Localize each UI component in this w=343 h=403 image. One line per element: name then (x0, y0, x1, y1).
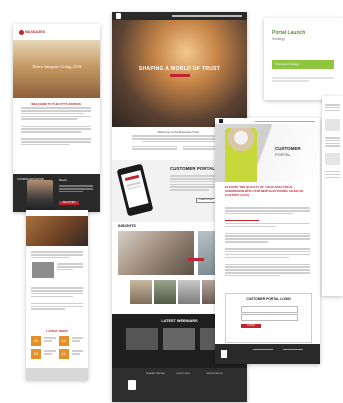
doc-title: Portal Launch (272, 30, 306, 36)
insight-card-b[interactable] (154, 280, 176, 304)
logo-mark-icon (19, 30, 24, 35)
portal-button[interactable]: LEARN MORE (196, 198, 216, 203)
webinar-video[interactable] (163, 328, 195, 350)
portal-footer (215, 344, 320, 364)
welcome-heading: WELCOME TO THE FITTS EDITION (31, 102, 81, 106)
portal-hero: CUSTOMER PORTAL (215, 124, 320, 182)
doc-bar-text: Portal Launch Strategy (275, 62, 300, 66)
doc-green-bar: Portal Launch Strategy (272, 60, 334, 69)
welcome-text: Welcome to the Business Trust... (157, 130, 202, 134)
email-preview-event: MASSAGES Eeuro Imagine Going 2019 WELCOM… (13, 24, 100, 212)
portal-title: CUSTOMER PORTAL (170, 166, 216, 171)
insight-card-a[interactable] (130, 280, 152, 304)
doc-subtitle: Strategy (272, 37, 286, 41)
speaker-name: David (59, 178, 67, 182)
logo-text: MASSAGES (25, 30, 46, 34)
hero-image: Eeuro Imagine Going 2019 (13, 40, 100, 98)
portal-label-sub: PORTAL (275, 152, 291, 157)
username-field[interactable] (241, 306, 298, 313)
portal-page: CUSTOMER PORTAL ELEVATE THE QUALITY OF Y… (215, 118, 320, 364)
register-button[interactable]: REGISTER (59, 201, 79, 205)
login-box: CUSTOMER PORTAL LOGIN LOGIN (225, 293, 312, 343)
strategy-document: Portal Launch Strategy Portal Launch Str… (264, 18, 343, 100)
footer-col: CERTIFICATION (206, 373, 223, 375)
hero-button[interactable] (170, 74, 190, 77)
news-thumb (32, 262, 54, 278)
email-footer (26, 368, 88, 380)
date-badge: 24 (58, 349, 69, 359)
footer-logo-icon (221, 350, 227, 358)
brand-logo: MASSAGES (19, 29, 46, 37)
top-nav (112, 12, 247, 20)
footer-col: BUREAU VERITAS (146, 373, 165, 375)
date-badge: 24 (31, 336, 41, 346)
phone-mockup (116, 163, 154, 217)
insight-image-main (118, 231, 194, 275)
speaker-photo (27, 180, 53, 212)
portal-label: CUSTOMER (275, 146, 301, 151)
insights-heading: INSIGHTS (118, 224, 136, 228)
login-title: CUSTOMER PORTAL LOGIN (246, 297, 291, 301)
news-header: LATEST NEWS (46, 329, 68, 333)
login-button[interactable]: LOGIN (241, 324, 261, 328)
site-footer: BUREAU VERITAS QUICK LINKS CERTIFICATION (112, 368, 247, 402)
email-preview-news: LATEST NEWS 24 24 24 24 (26, 210, 88, 380)
speaker-section: CLOSING EDUCATOR David REGISTER (13, 174, 100, 212)
password-field[interactable] (241, 314, 298, 321)
webinar-video[interactable] (126, 328, 158, 350)
worker-photo (225, 128, 257, 182)
doc-thumbnail (322, 96, 343, 296)
insight-card-c[interactable] (178, 280, 200, 304)
portal-logo-icon (219, 119, 223, 123)
logo-icon (116, 13, 121, 19)
footer-logo-icon (128, 380, 136, 390)
footer-col: QUICK LINKS (176, 373, 190, 375)
date-badge: 24 (31, 349, 41, 359)
hero-street-image: SHAPING A WORLD OF TRUST (112, 20, 247, 127)
hero-title: Eeuro Imagine Going 2019 (32, 64, 82, 69)
portal-headline: ELEVATE THE QUALITY OF YOUR ANALYTICAL S… (225, 185, 304, 197)
news-hero (26, 216, 88, 246)
hero-title: SHAPING A WORLD OF TRUST (138, 66, 221, 72)
date-badge: 24 (58, 336, 69, 346)
insight-tag (188, 258, 204, 261)
